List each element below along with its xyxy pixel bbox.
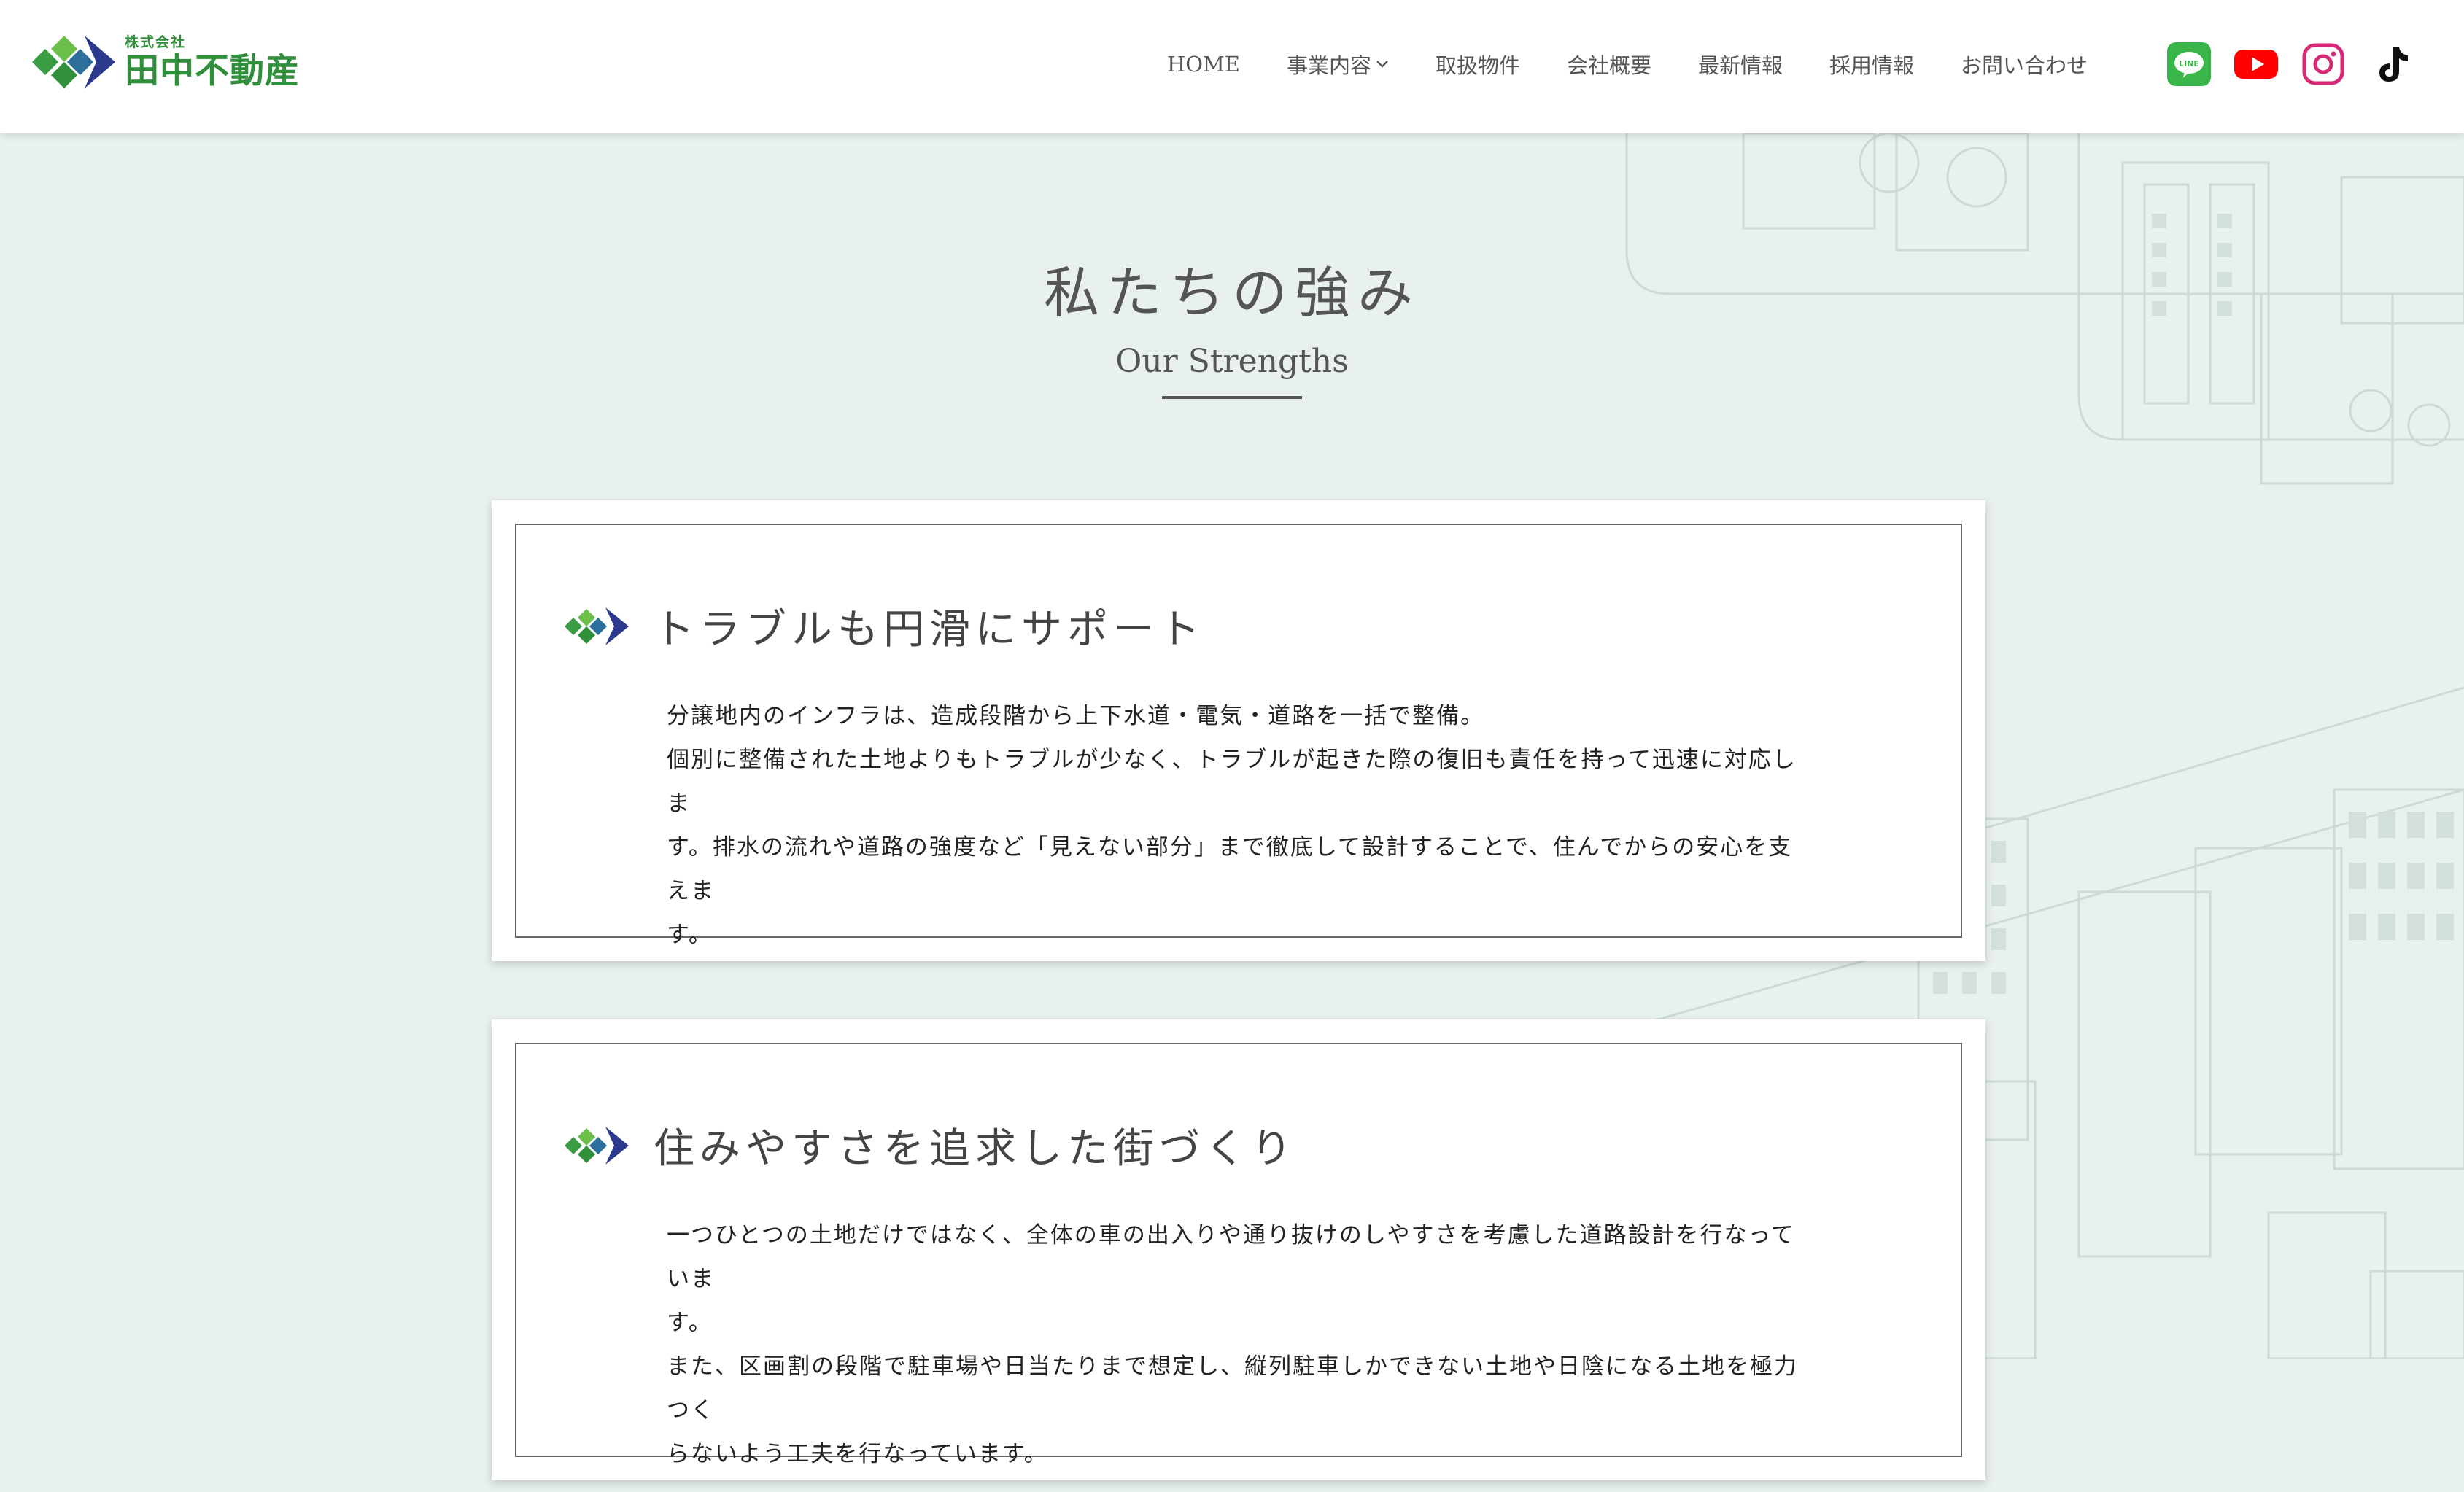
- nav-home-label: HOME: [1167, 52, 1240, 77]
- logo-company-type: 株式会社: [125, 34, 187, 50]
- section-title-en: Our Strengths: [1115, 343, 1349, 380]
- instagram-icon[interactable]: [2301, 42, 2345, 86]
- card-body-line: また、区画割の段階で駐車場や日当たりまで想定し、縦列駐車しかできない土地や日陰に…: [667, 1353, 1798, 1423]
- page: 株式会社 田中不動産 HOME 事業内容 取扱物件 会社概要 最新情報 採用情報…: [0, 0, 2464, 1492]
- card-body: 一つひとつの土地だけではなく、全体の車の出入りや通り抜けのしやすさを考慮した道路…: [667, 1213, 1805, 1476]
- main-nav: HOME 事業内容 取扱物件 会社概要 最新情報 採用情報 お問い合わせ: [1167, 48, 2088, 80]
- card-body-line: 分譲地内のインフラは、造成段階から上下水道・電気・道路を一括で整備。: [667, 703, 1485, 729]
- card-body-line: す。: [667, 922, 713, 948]
- strength-card: トラブルも円滑にサポート 分譲地内のインフラは、造成段階から上下水道・電気・道路…: [492, 500, 1985, 961]
- nav-home[interactable]: HOME: [1167, 52, 1240, 77]
- nav-news-label: 最新情報: [1697, 53, 1783, 78]
- card-title: 住みやすさを追求した街づくり: [654, 1125, 1297, 1173]
- nav-contact-label: お問い合わせ: [1961, 53, 2088, 78]
- card-body-line: す。: [667, 1310, 713, 1336]
- nav-business-label: 事業内容: [1286, 53, 1371, 78]
- nav-business[interactable]: 事業内容: [1287, 49, 1389, 79]
- line-icon[interactable]: LINE: [2167, 42, 2211, 86]
- svg-text:LINE: LINE: [2179, 59, 2199, 69]
- strength-card: 住みやすさを追求した街づくり 一つひとつの土地だけではなく、全体の車の出入りや通…: [492, 1019, 1985, 1480]
- card-heading: トラブルも円滑にサポート: [563, 597, 1205, 656]
- nav-recruit[interactable]: 採用情報: [1829, 49, 1914, 79]
- nav-properties-label: 取扱物件: [1435, 53, 1520, 78]
- diamond-mark-icon: [565, 1126, 629, 1165]
- site-header: 株式会社 田中不動産 HOME 事業内容 取扱物件 会社概要 最新情報 採用情報…: [0, 0, 2464, 133]
- card-body-line: 個別に整備された土地よりもトラブルが少なく、トラブルが起きた際の復旧も責任を持っ…: [667, 747, 1797, 817]
- logo-mark-icon: [32, 36, 115, 88]
- section-title-ja: 私たちの強み: [1044, 260, 1420, 325]
- section-heading: 私たちの強み Our Strengths: [0, 248, 2464, 399]
- youtube-icon[interactable]: [2234, 42, 2278, 86]
- card-body-line: 一つひとつの土地だけではなく、全体の車の出入りや通り抜けのしやすさを考慮した道路…: [667, 1222, 1795, 1292]
- nav-recruit-label: 採用情報: [1829, 53, 1915, 78]
- title-underline: [1162, 396, 1302, 399]
- nav-contact[interactable]: お問い合わせ: [1961, 49, 2088, 79]
- card-body: 分譲地内のインフラは、造成段階から上下水道・電気・道路を一括で整備。 個別に整備…: [667, 694, 1805, 957]
- nav-news[interactable]: 最新情報: [1698, 49, 1783, 79]
- card-body-line: す。排水の流れや道路の強度など「見えない部分」まで徹底して設計することで、住んで…: [667, 834, 1793, 904]
- company-logo[interactable]: 株式会社 田中不動産: [26, 29, 300, 95]
- nav-properties[interactable]: 取扱物件: [1436, 49, 1520, 79]
- chevron-down-icon: [1376, 61, 1388, 68]
- card-heading: 住みやすさを追求した街づくり: [563, 1116, 1297, 1175]
- logo-company-name: 田中不動産: [125, 51, 300, 91]
- card-title: トラブルも円滑にサポート: [654, 606, 1205, 653]
- nav-company-label: 会社概要: [1566, 53, 1651, 78]
- card-frame: トラブルも円滑にサポート 分譲地内のインフラは、造成段階から上下水道・電気・道路…: [515, 524, 1962, 948]
- nav-company[interactable]: 会社概要: [1567, 49, 1651, 79]
- card-body-line: らないよう工夫を行なっています。: [667, 1441, 1048, 1467]
- card-frame: 住みやすさを追求した街づくり 一つひとつの土地だけではなく、全体の車の出入りや通…: [515, 1043, 1962, 1467]
- diamond-mark-icon: [565, 607, 629, 645]
- tiktok-icon[interactable]: [2370, 42, 2414, 86]
